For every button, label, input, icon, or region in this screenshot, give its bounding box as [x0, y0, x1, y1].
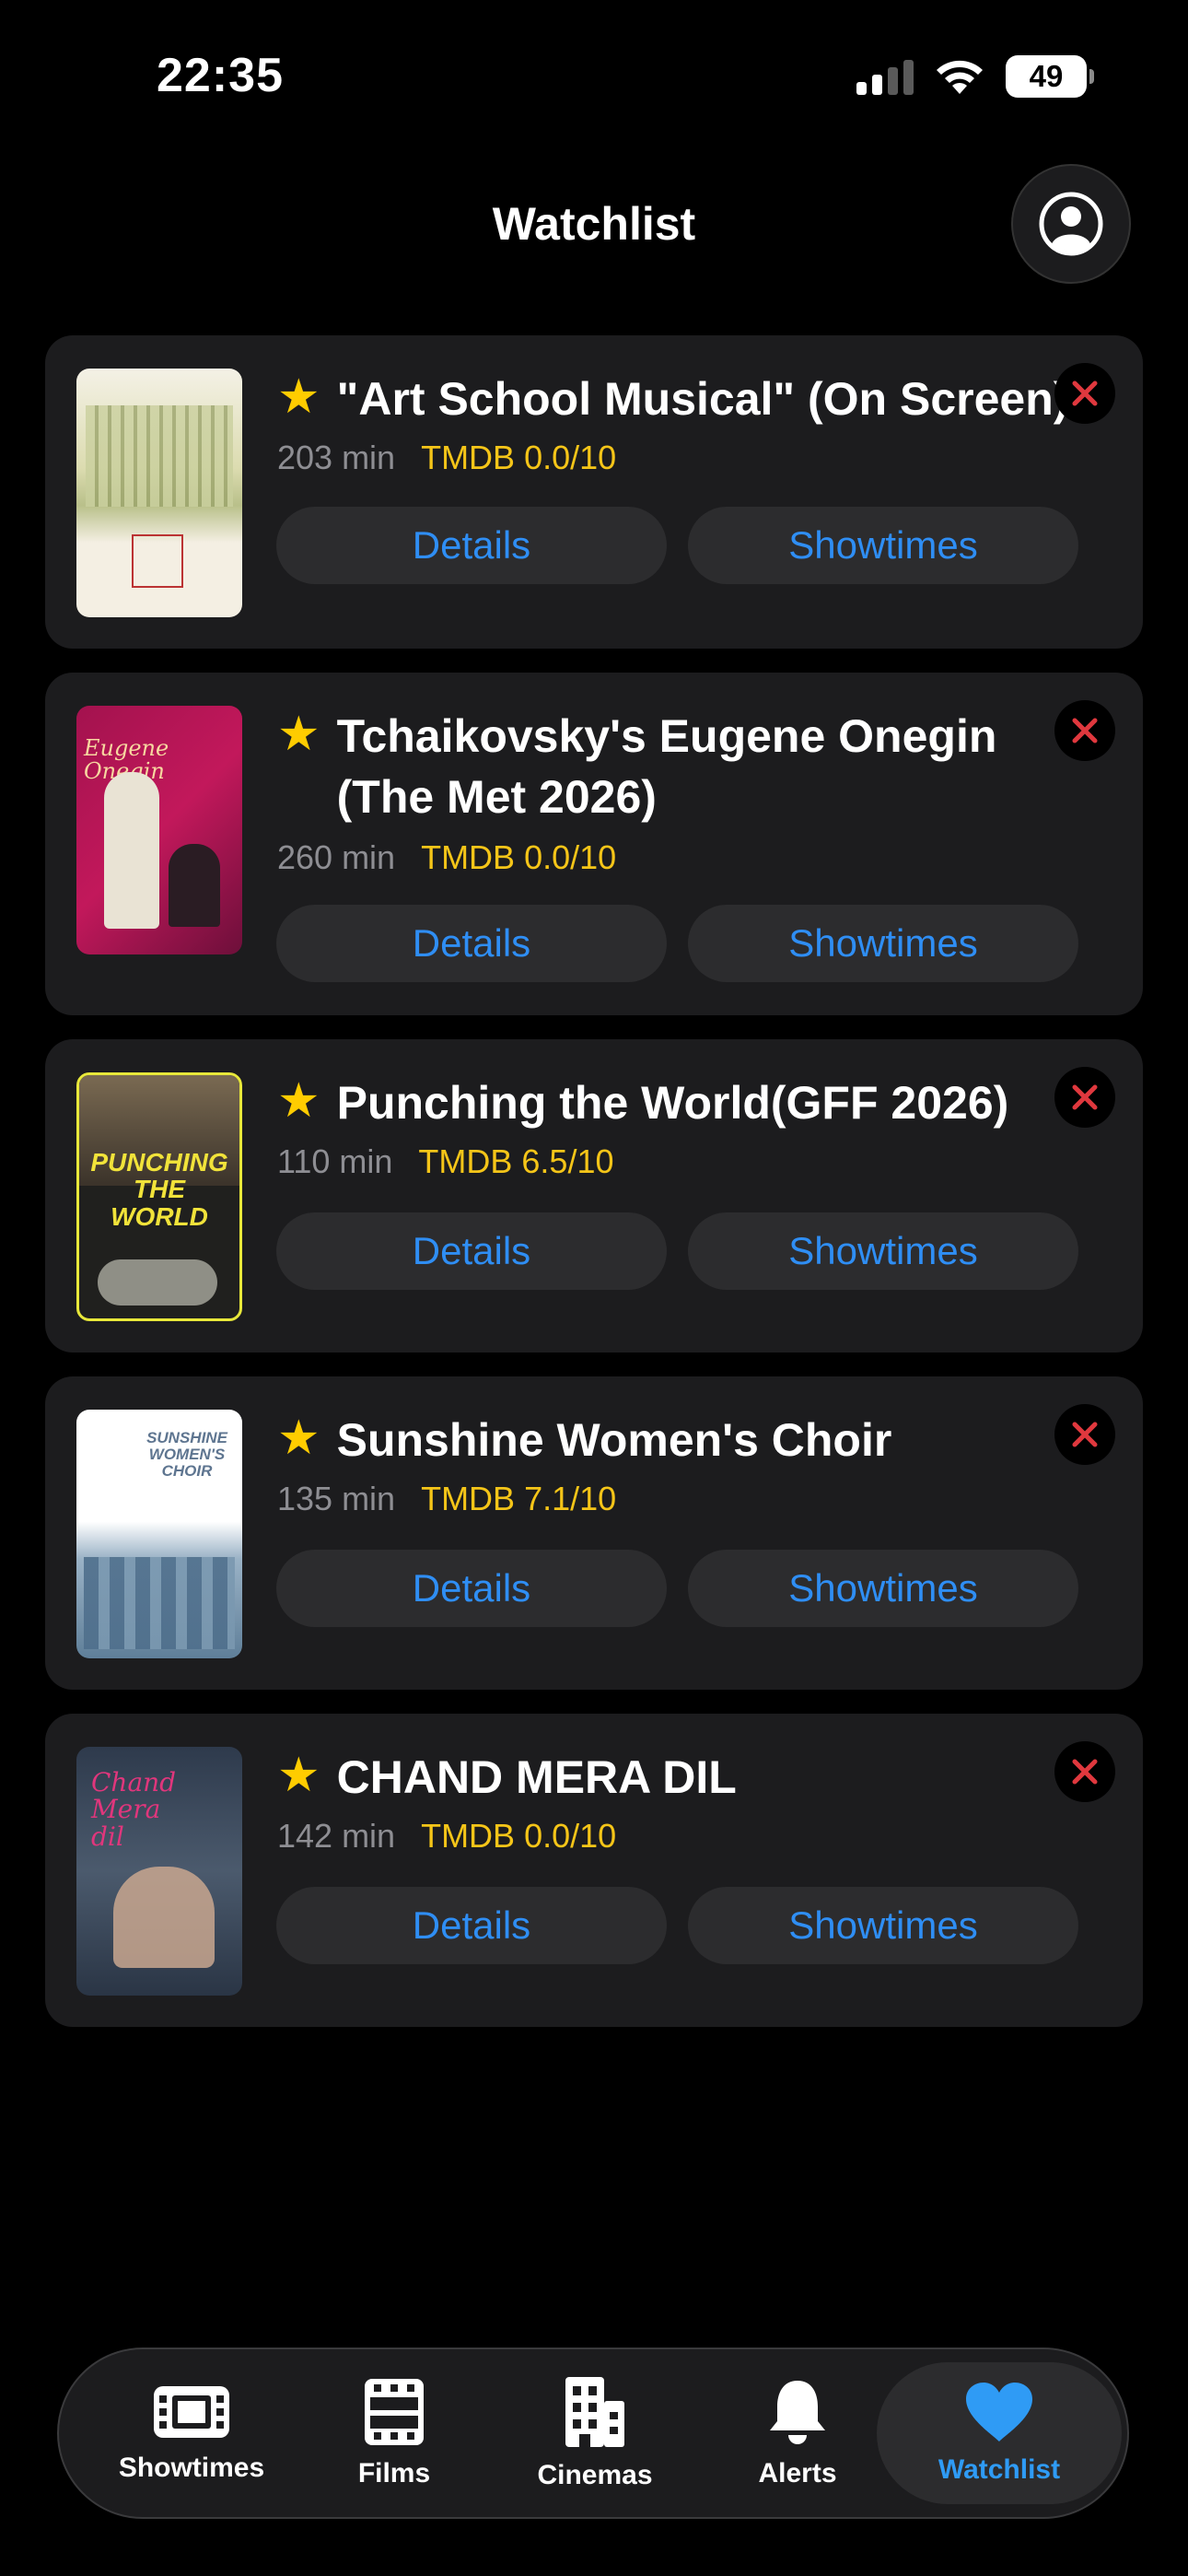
showtimes-button[interactable]: Showtimes: [688, 905, 1078, 982]
heart-icon: [966, 2383, 1032, 2441]
poster-text: Chand Mera dil: [91, 1767, 177, 1852]
watchlist-card: PUNCHING THE WORLD ★ Punching the World(…: [45, 1039, 1143, 1352]
film-poster[interactable]: Chand Mera dil: [76, 1747, 242, 1996]
film-poster[interactable]: Eugene Onegin: [76, 706, 242, 954]
tab-label: Watchlist: [938, 2454, 1061, 2485]
details-button[interactable]: Details: [276, 1550, 667, 1627]
tab-watchlist[interactable]: Watchlist: [877, 2362, 1122, 2504]
star-icon: ★: [277, 1749, 320, 1802]
film-title: "Art School Musical" (On Screen): [336, 373, 1069, 425]
poster-text: PUNCHING THE WORLD: [90, 1148, 228, 1231]
battery-level: 49: [1029, 59, 1064, 93]
star-icon: ★: [277, 708, 320, 761]
showtimes-button[interactable]: Showtimes: [688, 1212, 1078, 1290]
tab-alerts[interactable]: Alerts: [696, 2349, 899, 2517]
close-icon: [1072, 1084, 1098, 1110]
tmdb-rating: TMDB 7.1/10: [421, 1480, 617, 1517]
runtime: 135 min: [277, 1480, 396, 1517]
close-icon: [1072, 718, 1098, 744]
close-icon: [1072, 381, 1098, 406]
film-title: CHAND MERA DIL: [336, 1751, 737, 1803]
tab-bar: Showtimes Films Cinemas Alerts Watchlist: [57, 2348, 1129, 2519]
person-circle-icon: [1039, 192, 1103, 256]
runtime: 110 min: [277, 1142, 393, 1180]
star-icon: ★: [277, 1411, 320, 1465]
remove-button[interactable]: [1054, 1404, 1115, 1465]
film-poster[interactable]: PUNCHING THE WORLD: [76, 1072, 242, 1321]
battery-icon: 49: [1006, 55, 1094, 98]
cellular-signal-icon: [856, 58, 914, 95]
runtime: 142 min: [277, 1817, 396, 1855]
tmdb-rating: TMDB 6.5/10: [418, 1142, 614, 1180]
watchlist-card: ★ "Art School Musical" (On Screen) 203 m…: [45, 335, 1143, 649]
tab-label: Films: [357, 2458, 431, 2488]
remove-button[interactable]: [1054, 700, 1115, 761]
showtimes-button[interactable]: Showtimes: [688, 1550, 1078, 1627]
showtimes-button[interactable]: Showtimes: [688, 1887, 1078, 1964]
tmdb-rating: TMDB 0.0/10: [421, 838, 617, 876]
runtime: 203 min: [277, 439, 396, 476]
remove-button[interactable]: [1054, 1741, 1115, 1802]
watchlist-screen: 22:35 49 Watchlist ★ "Art School Musical…: [0, 0, 1188, 2576]
tmdb-rating: TMDB 0.0/10: [421, 439, 617, 476]
page-title: Watchlist: [492, 198, 696, 250]
showtimes-button[interactable]: Showtimes: [688, 507, 1078, 584]
watchlist-card: SUNSHINE WOMEN'S CHOIR ★ Sunshine Women'…: [45, 1376, 1143, 1690]
wifi-icon: [934, 57, 985, 96]
bell-icon: [770, 2381, 825, 2444]
star-icon: ★: [277, 370, 320, 424]
details-button[interactable]: Details: [276, 905, 667, 982]
status-time: 22:35: [157, 49, 284, 102]
tab-label: Alerts: [758, 2458, 837, 2488]
film-title: Punching the World(GFF 2026): [336, 1077, 1009, 1129]
tmdb-rating: TMDB 0.0/10: [421, 1817, 617, 1855]
details-button[interactable]: Details: [276, 1212, 667, 1290]
profile-button[interactable]: [1011, 164, 1131, 284]
star-icon: ★: [277, 1074, 320, 1128]
close-icon: [1072, 1759, 1098, 1785]
film-title: Sunshine Women's Choir: [336, 1414, 892, 1466]
remove-button[interactable]: [1054, 363, 1115, 424]
runtime: 260 min: [277, 838, 396, 876]
tab-label: Cinemas: [537, 2460, 653, 2490]
details-button[interactable]: Details: [276, 507, 667, 584]
film-poster[interactable]: [76, 369, 242, 617]
watchlist-card: Chand Mera dil ★ CHAND MERA DIL 142 min …: [45, 1714, 1143, 2027]
film-reel-icon: [365, 2379, 424, 2445]
film-strip-icon: [154, 2386, 229, 2438]
film-title: Tchaikovsky's Eugene Onegin (The Met 202…: [336, 710, 997, 823]
tab-films[interactable]: Films: [293, 2349, 495, 2517]
remove-button[interactable]: [1054, 1067, 1115, 1128]
film-poster[interactable]: SUNSHINE WOMEN'S CHOIR: [76, 1410, 242, 1658]
building-icon: [565, 2377, 624, 2447]
status-indicators: 49: [856, 55, 1094, 98]
poster-text: Eugene Onegin: [84, 735, 169, 785]
poster-text: SUNSHINE WOMEN'S CHOIR: [146, 1429, 227, 1480]
watchlist-card: Eugene Onegin ★ Tchaikovsky's Eugene One…: [45, 673, 1143, 1015]
tab-cinemas[interactable]: Cinemas: [494, 2349, 696, 2517]
tab-showtimes[interactable]: Showtimes: [90, 2349, 293, 2517]
close-icon: [1072, 1422, 1098, 1447]
details-button[interactable]: Details: [276, 1887, 667, 1964]
tab-label: Showtimes: [118, 2453, 265, 2483]
